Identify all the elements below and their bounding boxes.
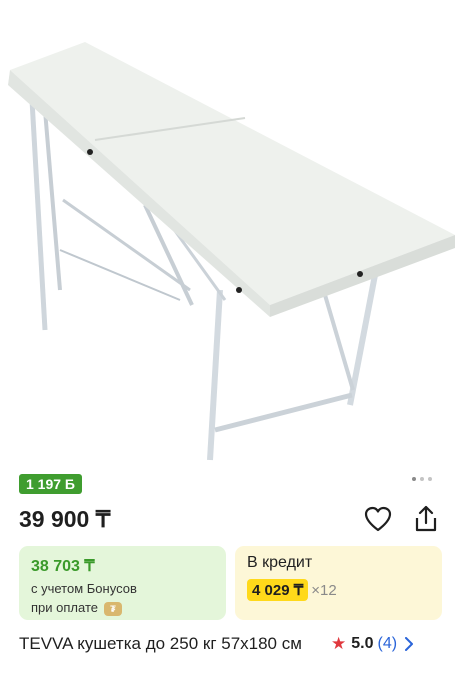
- credit-label: В кредит: [247, 554, 313, 571]
- bonus-line-1: с учетом Бонусов: [31, 581, 137, 596]
- credit-card[interactable]: В кредит 4 029 ₸ ×12: [235, 546, 442, 620]
- chevron-right-icon[interactable]: [404, 637, 414, 651]
- gallery-dot[interactable]: [428, 477, 432, 481]
- coin-icon: ₮: [103, 601, 122, 616]
- gallery-dots: [412, 477, 432, 481]
- bonus-price: 38 703 ₸: [31, 558, 95, 575]
- product-price: 39 900 ₸: [19, 506, 111, 532]
- gallery-dot[interactable]: [412, 477, 416, 481]
- credit-amount: 4 029 ₸: [247, 579, 309, 601]
- rating[interactable]: ★ 5.0 (4): [331, 634, 414, 654]
- bonus-price-card[interactable]: 38 703 ₸ с учетом Бонусов при оплате ₮: [19, 546, 226, 620]
- reviews-count[interactable]: (4): [378, 635, 398, 653]
- credit-months: ×12: [311, 581, 337, 599]
- share-icon[interactable]: [412, 504, 440, 534]
- heart-icon[interactable]: [364, 506, 392, 532]
- rating-value: 5.0: [351, 635, 374, 652]
- product-image[interactable]: [0, 0, 462, 470]
- bonus-line-2-text: при оплате: [31, 600, 98, 615]
- bonus-line-2: при оплате ₮: [31, 598, 214, 617]
- credit-row: 4 029 ₸ ×12: [247, 579, 430, 601]
- star-icon: ★: [331, 634, 347, 653]
- bonus-text: с учетом Бонусов при оплате ₮: [31, 579, 214, 617]
- product-title: TEVVA кушетка до 250 кг 57х180 см: [19, 634, 302, 653]
- gallery-dot[interactable]: [420, 477, 424, 481]
- bonus-badge: 1 197 Б: [19, 474, 82, 494]
